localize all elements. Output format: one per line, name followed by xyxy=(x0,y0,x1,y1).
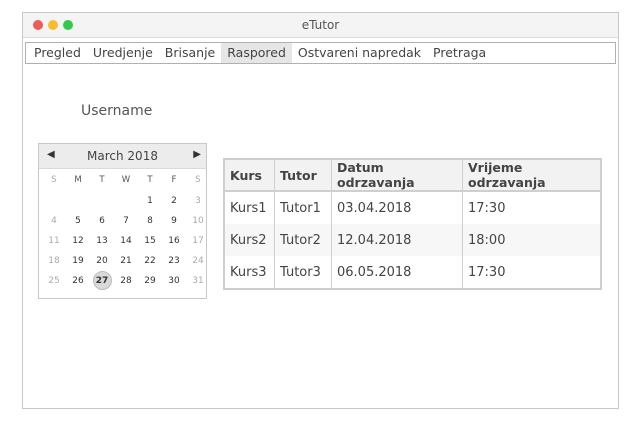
username-label: Username xyxy=(81,103,153,119)
schedule-table: Kurs Tutor Datum odrzavanja Vrijeme odrz… xyxy=(223,158,602,290)
calendar-widget: ◀ March 2018 ▶ S M T W T F S 1 2 3 4 5 6 7 8 9 10 11 12 13 1… xyxy=(38,143,207,299)
calendar-day[interactable]: 7 xyxy=(114,211,138,231)
calendar-day[interactable]: 17 xyxy=(186,231,210,251)
cell-tutor: Tutor2 xyxy=(274,224,332,256)
calendar-day[interactable]: 15 xyxy=(138,231,162,251)
cell-tutor: Tutor3 xyxy=(274,256,332,289)
calendar-day[interactable]: 13 xyxy=(90,231,114,251)
cell-datum: 12.04.2018 xyxy=(331,224,463,256)
cell-tutor: Tutor1 xyxy=(274,191,332,224)
cell-datum: 03.04.2018 xyxy=(331,191,463,224)
weekday-label: W xyxy=(121,175,131,185)
weekday-label: M xyxy=(74,175,82,185)
calendar-header: ◀ March 2018 ▶ xyxy=(39,144,206,169)
cell-kurs: Kurs3 xyxy=(223,256,275,289)
cell-vrijeme: 17:30 xyxy=(462,191,602,224)
column-header-kurs[interactable]: Kurs xyxy=(223,158,275,192)
table-row[interactable]: Kurs3 Tutor3 06.05.2018 17:30 xyxy=(223,256,602,289)
selected-day-label: 27 xyxy=(92,271,112,290)
column-header-datum[interactable]: Datum odrzavanja xyxy=(331,158,463,192)
calendar-day[interactable]: 26 xyxy=(66,271,90,291)
menu-item-raspored[interactable]: Raspored xyxy=(221,43,292,63)
calendar-day[interactable]: 29 xyxy=(138,271,162,291)
weekday-label: T xyxy=(99,175,105,185)
calendar-day[interactable]: 10 xyxy=(186,211,210,231)
menu-item-pretraga[interactable]: Pretraga xyxy=(427,43,492,63)
calendar-day[interactable]: 4 xyxy=(42,211,66,231)
calendar-day[interactable]: 2 xyxy=(162,191,186,211)
calendar-empty-cell xyxy=(66,191,90,211)
weekday-label: S xyxy=(51,175,57,185)
cell-kurs: Kurs1 xyxy=(223,191,275,224)
calendar-day[interactable]: 22 xyxy=(138,251,162,271)
calendar-grid: S M T W T F S 1 2 3 4 5 6 7 8 9 10 11 12 13 14 15 16 17 18 19 20 21… xyxy=(42,171,210,291)
title-bar: eTutor xyxy=(23,13,618,38)
calendar-day[interactable]: 14 xyxy=(114,231,138,251)
window-title: eTutor xyxy=(301,18,340,32)
weekday-label: T xyxy=(147,175,153,185)
schedule-header-row: Kurs Tutor Datum odrzavanja Vrijeme odrz… xyxy=(223,158,602,192)
calendar-day[interactable]: 20 xyxy=(90,251,114,271)
app-window: eTutor Pregled Uredjenje Brisanje Raspor… xyxy=(22,12,619,409)
calendar-day[interactable]: 5 xyxy=(66,211,90,231)
menu-item-uredjenje[interactable]: Uredjenje xyxy=(87,43,159,63)
calendar-day[interactable]: 16 xyxy=(162,231,186,251)
table-row[interactable]: Kurs2 Tutor2 12.04.2018 18:00 xyxy=(223,224,602,256)
cell-vrijeme: 17:30 xyxy=(462,256,602,289)
column-header-vrijeme[interactable]: Vrijeme odrzavanja xyxy=(462,158,602,192)
calendar-day[interactable]: 23 xyxy=(162,251,186,271)
cell-vrijeme: 18:00 xyxy=(462,224,602,256)
table-row[interactable]: Kurs1 Tutor1 03.04.2018 17:30 xyxy=(223,191,602,224)
calendar-day[interactable]: 11 xyxy=(42,231,66,251)
calendar-day[interactable]: 28 xyxy=(114,271,138,291)
menu-item-brisanje[interactable]: Brisanje xyxy=(159,43,221,63)
calendar-day-selected[interactable]: 27 xyxy=(90,271,114,291)
calendar-day[interactable]: 31 xyxy=(186,271,210,291)
menu-item-ostvareni-napredak[interactable]: Ostvareni napredak xyxy=(292,43,427,63)
weekday-label: S xyxy=(195,175,201,185)
cell-kurs: Kurs2 xyxy=(223,224,275,256)
menu-bar: Pregled Uredjenje Brisanje Raspored Ostv… xyxy=(25,42,616,64)
next-month-icon[interactable]: ▶ xyxy=(193,149,201,160)
calendar-day[interactable]: 12 xyxy=(66,231,90,251)
calendar-month-title: March 2018 xyxy=(87,149,158,163)
calendar-day[interactable]: 18 xyxy=(42,251,66,271)
calendar-day[interactable]: 21 xyxy=(114,251,138,271)
calendar-empty-cell xyxy=(114,191,138,211)
calendar-day[interactable]: 24 xyxy=(186,251,210,271)
calendar-day[interactable]: 9 xyxy=(162,211,186,231)
cell-datum: 06.05.2018 xyxy=(331,256,463,289)
column-header-tutor[interactable]: Tutor xyxy=(274,158,332,192)
calendar-empty-cell xyxy=(42,191,66,211)
calendar-day[interactable]: 30 xyxy=(162,271,186,291)
calendar-day[interactable]: 1 xyxy=(138,191,162,211)
menu-item-pregled[interactable]: Pregled xyxy=(28,43,87,63)
calendar-day[interactable]: 19 xyxy=(66,251,90,271)
calendar-day[interactable]: 3 xyxy=(186,191,210,211)
calendar-day[interactable]: 8 xyxy=(138,211,162,231)
calendar-day[interactable]: 6 xyxy=(90,211,114,231)
calendar-day[interactable]: 25 xyxy=(42,271,66,291)
weekday-label: F xyxy=(171,175,177,185)
calendar-empty-cell xyxy=(90,191,114,211)
